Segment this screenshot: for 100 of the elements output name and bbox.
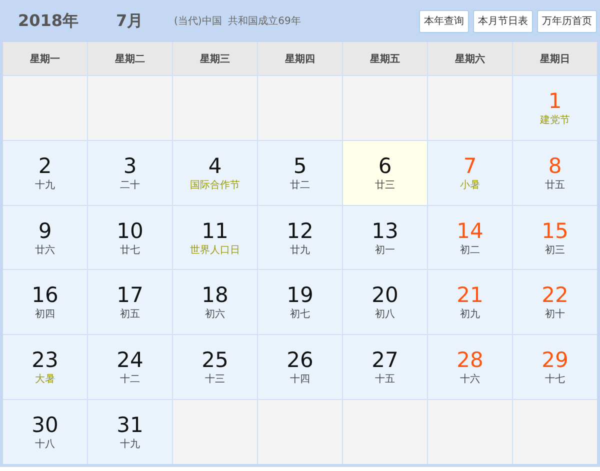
lunar-date: 廿六 — [35, 244, 55, 257]
day-number: 4 — [208, 154, 222, 178]
day-number: 20 — [372, 283, 398, 308]
day-number: 15 — [542, 218, 568, 243]
day-number: 30 — [32, 413, 58, 438]
lunar-date: 廿九 — [290, 244, 310, 257]
day-number: 31 — [116, 413, 144, 438]
weekday-header: 星期一 — [3, 42, 87, 75]
lunar-date: 十四 — [290, 374, 310, 386]
lunar-date: 十九 — [120, 439, 140, 452]
lunar-date: 二十 — [120, 180, 140, 192]
lunar-date: 十六 — [460, 374, 480, 386]
lunar-date: 十七 — [545, 374, 565, 386]
lunar-date: 十五 — [375, 374, 395, 386]
day-cell[interactable]: 10 廿七 — [88, 206, 172, 270]
era-note: (当代)中国 共和国成立69年 — [174, 14, 302, 28]
day-cell[interactable]: 9 廿六 — [3, 206, 87, 270]
festival-label: 国际合作节 — [190, 180, 240, 192]
day-cell[interactable]: 16 初四 — [3, 270, 87, 334]
nav-button[interactable]: 本月节日表 — [473, 10, 533, 32]
day-cell[interactable]: 21 初九 — [428, 270, 512, 334]
day-cell[interactable]: 31 十九 — [88, 400, 172, 464]
day-cell[interactable]: 11 世界人口日 — [173, 206, 257, 270]
lunar-date: 初一 — [375, 244, 395, 257]
festival-label: 建党节 — [540, 114, 570, 127]
day-number: 21 — [456, 283, 484, 308]
day-number: 28 — [456, 348, 484, 372]
day-number: 11 — [202, 218, 228, 243]
day-cell[interactable]: 17 初五 — [88, 270, 172, 334]
day-cell[interactable]: 12 廿九 — [258, 206, 342, 270]
month-label: 7月 — [116, 10, 144, 32]
day-number: 1 — [548, 88, 562, 113]
day-number: 12 — [286, 218, 314, 243]
year-label: 2018年 — [18, 10, 80, 32]
nav-button[interactable]: 本年查询 — [419, 10, 469, 32]
day-cell[interactable]: 2 十九 — [3, 140, 87, 205]
day-number: 5 — [293, 154, 307, 178]
lunar-date: 初六 — [205, 309, 225, 322]
weekday-header: 星期日 — [513, 42, 597, 75]
day-cell[interactable]: 20 初八 — [343, 270, 427, 334]
day-cell[interactable]: 29 十七 — [513, 335, 597, 400]
day-number: 22 — [542, 283, 568, 308]
lunar-date: 初八 — [375, 309, 395, 322]
day-number: 9 — [38, 218, 52, 243]
nav-button[interactable]: 万年历首页 — [537, 10, 597, 32]
lunar-date: 初九 — [460, 309, 480, 322]
lunar-date: 十八 — [35, 439, 55, 452]
day-number: 29 — [542, 348, 568, 372]
lunar-date: 初十 — [545, 309, 565, 322]
day-cell[interactable]: 22 初十 — [513, 270, 597, 334]
day-number: 6 — [378, 154, 392, 178]
day-number: 2 — [38, 154, 52, 178]
day-cell[interactable]: 8 廿五 — [513, 140, 597, 205]
day-cell[interactable]: 28 十六 — [428, 335, 512, 400]
day-cell[interactable]: 23 大暑 — [3, 335, 87, 400]
day-cell[interactable]: 27 十五 — [343, 335, 427, 400]
weekday-header: 星期二 — [88, 42, 172, 75]
day-cell[interactable]: 4 国际合作节 — [173, 140, 257, 205]
lunar-date: 初二 — [460, 244, 480, 257]
day-number: 14 — [456, 218, 484, 243]
day-cell[interactable]: 19 初七 — [258, 270, 342, 334]
day-number: 23 — [32, 348, 58, 372]
festival-label: 世界人口日 — [190, 244, 240, 257]
day-number: 24 — [116, 348, 144, 372]
lunar-date: 初四 — [35, 309, 55, 322]
day-number: 19 — [286, 283, 314, 308]
lunar-date: 廿七 — [120, 244, 140, 257]
lunar-date: 初七 — [290, 309, 310, 322]
weekday-header: 星期三 — [173, 42, 257, 75]
weekday-header: 星期五 — [343, 42, 427, 75]
lunar-date: 初五 — [120, 309, 140, 322]
weekday-header: 星期六 — [428, 42, 512, 75]
day-number: 27 — [372, 348, 398, 372]
day-cell[interactable]: 26 十四 — [258, 335, 342, 400]
day-cell[interactable]: 30 十八 — [3, 400, 87, 464]
day-number: 26 — [286, 348, 314, 372]
festival-label: 小暑 — [460, 180, 480, 192]
weekday-header: 星期四 — [258, 42, 342, 75]
lunar-date: 十二 — [120, 374, 140, 386]
day-number: 13 — [372, 218, 398, 243]
day-cell[interactable]: 3 二十 — [88, 140, 172, 205]
day-number: 3 — [123, 154, 137, 178]
day-number: 8 — [548, 154, 562, 178]
lunar-date: 十三 — [205, 374, 225, 386]
lunar-date: 初三 — [545, 244, 565, 257]
day-cell[interactable]: 18 初六 — [173, 270, 257, 334]
day-cell[interactable]: 5 廿二 — [258, 140, 342, 205]
day-number: 7 — [463, 154, 477, 178]
lunar-date: 廿三 — [375, 180, 395, 192]
day-cell[interactable]: 13 初一 — [343, 206, 427, 270]
lunar-date: 十九 — [35, 180, 55, 192]
day-cell[interactable]: 6 廿三 — [343, 140, 427, 205]
day-cell[interactable]: 14 初二 — [428, 206, 512, 270]
day-cell[interactable]: 24 十二 — [88, 335, 172, 400]
day-cell[interactable]: 25 十三 — [173, 335, 257, 400]
day-cell[interactable]: 15 初三 — [513, 206, 597, 270]
day-number: 16 — [32, 283, 58, 308]
day-number: 10 — [116, 218, 144, 243]
festival-label: 大暑 — [35, 374, 55, 386]
day-number: 18 — [202, 283, 228, 308]
